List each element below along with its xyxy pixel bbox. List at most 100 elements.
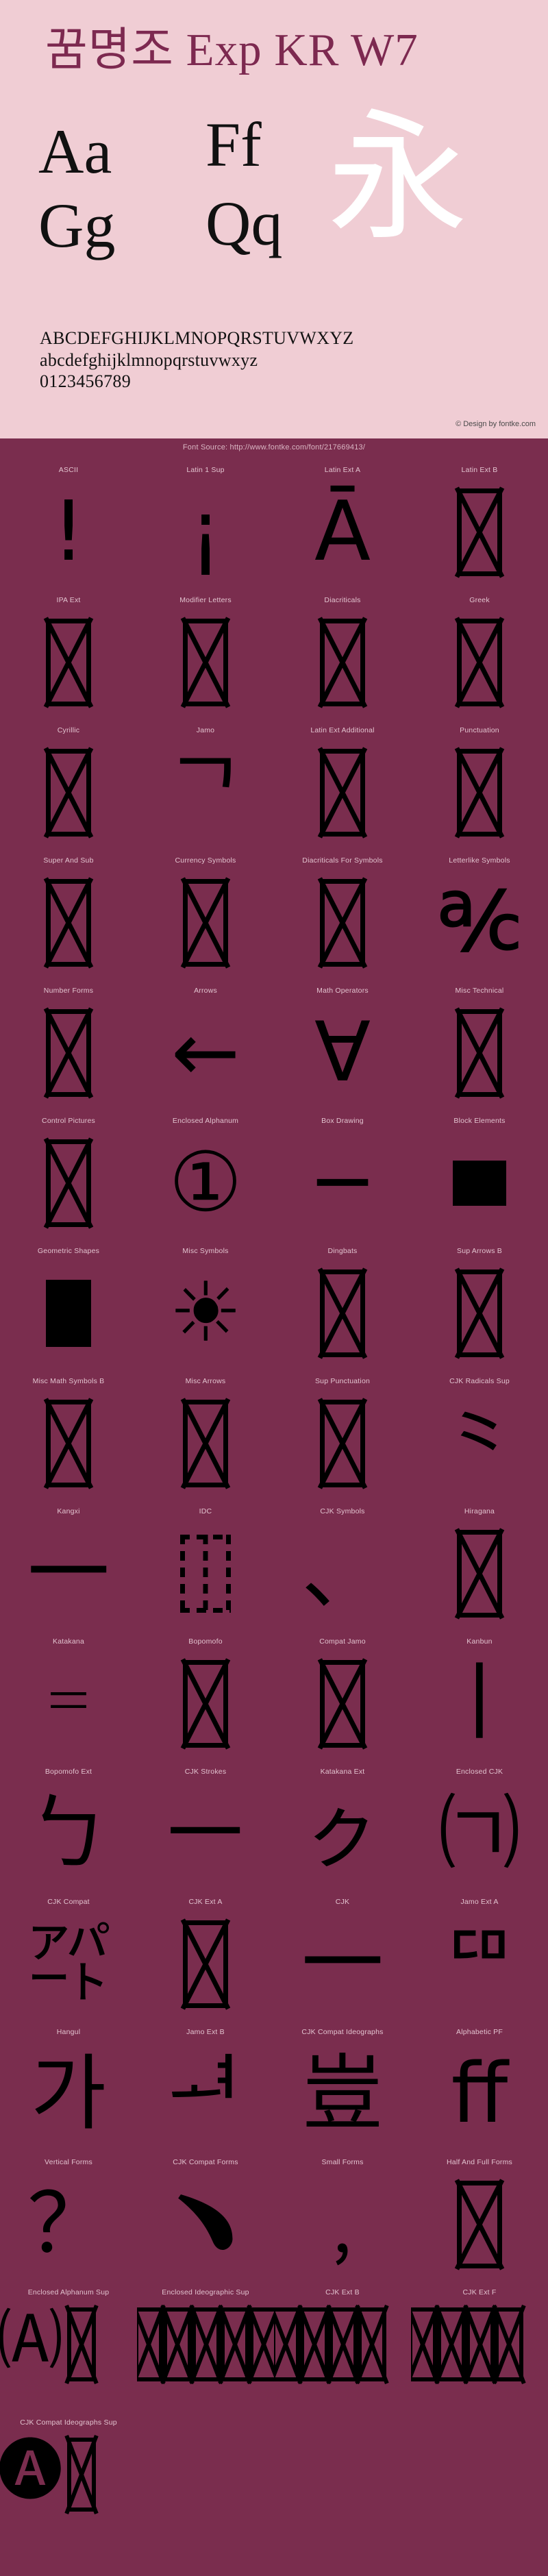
unicode-block-cell[interactable]: Enclosed Ideographic Sup xyxy=(137,2281,274,2412)
notdef-box-icon xyxy=(457,619,502,706)
unicode-block-label: Compat Jamo xyxy=(319,1637,366,1646)
unicode-block-cell[interactable]: Enclosed CJK ㈀ xyxy=(411,1761,548,1891)
unicode-block-cell[interactable]: Jamo Ext A ꥠ xyxy=(411,1891,548,2021)
unicode-block-cell[interactable]: Jamo ᄀ xyxy=(137,719,274,850)
unicode-block-cell[interactable]: CJK Strokes ㇐ xyxy=(137,1761,274,1891)
unicode-block-cell[interactable]: Alphabetic PF ﬀ xyxy=(411,2021,548,2151)
unicode-block-cell[interactable]: Math Operators ∀ xyxy=(274,980,411,1110)
unicode-block-glyph: ☀ xyxy=(169,1265,242,1361)
unicode-block-cell[interactable]: Latin Ext A Ā xyxy=(274,459,411,589)
unicode-block-cell[interactable]: CJK Ext B xyxy=(274,2281,411,2412)
unicode-block-cell[interactable]: ASCII! xyxy=(0,459,137,589)
unicode-block-cell[interactable]: Modifier Letters xyxy=(137,589,274,719)
unicode-block-cell[interactable]: Compat Jamo xyxy=(274,1631,411,1761)
unicode-block-cell[interactable]: Misc Math Symbols B xyxy=(0,1370,137,1500)
unicode-block-glyph xyxy=(0,606,137,719)
unicode-block-cell[interactable]: Enclosed Alphanum ① xyxy=(137,1110,274,1240)
unicode-block-label: Hangul xyxy=(56,2028,81,2036)
unicode-block-cell[interactable]: CJK Compat ㌀ xyxy=(0,1891,137,2021)
dense-notdef-strip xyxy=(274,2298,411,2412)
unicode-block-cell[interactable]: Hiragana xyxy=(411,1500,548,1631)
page-bottom-spacer xyxy=(0,2562,548,2576)
unicode-block-cell[interactable]: CJK Compat Ideographs 豈 xyxy=(274,2021,411,2151)
unicode-block-cell[interactable]: Arrows ← xyxy=(137,980,274,1110)
unicode-block-cell[interactable]: Bopomofo Ext ㄅ xyxy=(0,1761,137,1891)
unicode-block-cell[interactable]: Greek xyxy=(411,589,548,719)
unicode-block-cell[interactable]: Kangxi 一 xyxy=(0,1500,137,1631)
notdef-box-icon xyxy=(457,1530,502,1618)
unicode-block-glyph: Ā xyxy=(314,484,371,580)
unicode-block-cell[interactable]: Diacriticals For Symbols xyxy=(274,850,411,980)
unicode-block-cell[interactable]: Enclosed Alphanum Sup 🄐 xyxy=(0,2281,137,2412)
notdef-box-icon xyxy=(457,488,502,576)
notdef-box-icon xyxy=(46,1139,91,1227)
unicode-block-cell[interactable]: Jamo Ext B ힰ xyxy=(137,2021,274,2151)
unicode-block-cell[interactable]: Cyrillic xyxy=(0,719,137,850)
charset-uppercase: ABCDEFGHIJKLMNOPQRSTUVWXYZ xyxy=(40,328,354,348)
font-source-bar[interactable]: Font Source: http://www.fontke.com/font/… xyxy=(0,438,548,456)
unicode-block-label: Enclosed CJK xyxy=(456,1768,503,1776)
unicode-block-label: CJK Compat xyxy=(47,1898,90,1906)
sample-letter-aa: Aa xyxy=(38,116,112,186)
unicode-block-cell[interactable]: Vertical Forms ？ xyxy=(0,2151,137,2281)
unicode-block-cell[interactable]: Small Forms ﹐ xyxy=(274,2151,411,2281)
unicode-block-cell[interactable]: Misc Technical xyxy=(411,980,548,1110)
unicode-block-cell[interactable]: Katakana ゠ xyxy=(0,1631,137,1761)
notdef-box-icon xyxy=(46,1009,91,1097)
unicode-block-label: Box Drawing xyxy=(321,1117,364,1125)
unicode-sample-char: 🅐 xyxy=(0,2432,63,2509)
unicode-block-cell[interactable]: CJK Symbols 、 xyxy=(274,1500,411,1631)
unicode-block-cell[interactable]: CJK 一 xyxy=(274,1891,411,2021)
notdef-box-icon xyxy=(46,879,91,967)
unicode-block-cell[interactable]: Latin 1 Sup ¡ xyxy=(137,459,274,589)
unicode-block-cell[interactable]: Diacriticals xyxy=(274,589,411,719)
unicode-block-label: Dingbats xyxy=(327,1247,358,1255)
unicode-block-cell[interactable]: Block Elements xyxy=(411,1110,548,1240)
unicode-block-label: Enclosed Alphanum xyxy=(172,1117,239,1125)
unicode-block-cell[interactable]: Bopomofo xyxy=(137,1631,274,1761)
unicode-block-cell[interactable]: Sup Arrows B xyxy=(411,1240,548,1370)
unicode-block-cell[interactable]: Hangul 가 xyxy=(0,2021,137,2151)
unicode-block-label: Sup Punctuation xyxy=(314,1377,371,1385)
unicode-block-cell[interactable]: Number Forms xyxy=(0,980,137,1110)
unicode-block-label: IDC xyxy=(199,1507,212,1515)
unicode-block-cell[interactable]: CJK Ext A xyxy=(137,1891,274,2021)
notdef-box-icon xyxy=(457,749,502,837)
unicode-block-cell[interactable]: Geometric Shapes xyxy=(0,1240,137,1370)
unicode-block-cell[interactable]: Latin Ext B xyxy=(411,459,548,589)
unicode-block-glyph: 豈 xyxy=(301,2046,384,2142)
unicode-block-cell[interactable]: CJK Ext F xyxy=(411,2281,548,2412)
notdef-box-icon xyxy=(67,2307,96,2381)
unicode-block-glyph: ゠ xyxy=(27,1656,110,1751)
unicode-block-cell[interactable]: IDC xyxy=(137,1500,274,1631)
unicode-block-glyph xyxy=(411,2298,548,2412)
unicode-block-label: Enclosed Alphanum Sup xyxy=(27,2288,110,2296)
notdef-box-icon xyxy=(457,2181,502,2268)
dense-notdef-strip: 🅐 xyxy=(0,2428,137,2542)
unicode-block-glyph: ! xyxy=(51,484,86,580)
unicode-block-cell[interactable]: CJK Radicals Sup ⺀ xyxy=(411,1370,548,1500)
unicode-block-cell[interactable]: Misc Symbols ☀ xyxy=(137,1240,274,1370)
unicode-block-cell[interactable]: Currency Symbols xyxy=(137,850,274,980)
unicode-block-cell[interactable]: Punctuation xyxy=(411,719,548,850)
unicode-block-cell[interactable]: IPA Ext xyxy=(0,589,137,719)
unicode-block-cell[interactable]: CJK Compat Ideographs Sup 🅐 xyxy=(0,2412,137,2542)
unicode-block-cell[interactable]: Super And Sub xyxy=(0,850,137,980)
unicode-block-cell[interactable]: Control Pictures xyxy=(0,1110,137,1240)
unicode-block-cell[interactable]: Misc Arrows xyxy=(137,1370,274,1500)
unicode-block-label: Arrows xyxy=(194,987,217,995)
unicode-block-label: Geometric Shapes xyxy=(37,1247,100,1255)
unicode-block-cell[interactable]: Latin Ext Additional xyxy=(274,719,411,850)
unicode-block-cell[interactable]: Katakana Ext ㇰ xyxy=(274,1761,411,1891)
unicode-block-cell[interactable]: Kanbun 丨 xyxy=(411,1631,548,1761)
unicode-block-cell[interactable]: CJK Compat Forms ﹅ xyxy=(137,2151,274,2281)
unicode-block-glyph xyxy=(0,736,137,850)
unicode-block-label: Number Forms xyxy=(43,987,94,995)
unicode-block-label: Block Elements xyxy=(453,1117,506,1125)
unicode-block-cell[interactable]: Box Drawing ─ xyxy=(274,1110,411,1240)
unicode-block-cell[interactable]: Sup Punctuation xyxy=(274,1370,411,1500)
unicode-block-cell[interactable]: Half And Full Forms xyxy=(411,2151,548,2281)
unicode-block-cell[interactable]: Dingbats xyxy=(274,1240,411,1370)
unicode-block-glyph xyxy=(411,475,548,589)
unicode-block-cell[interactable]: Letterlike Symbols ℀ xyxy=(411,850,548,980)
